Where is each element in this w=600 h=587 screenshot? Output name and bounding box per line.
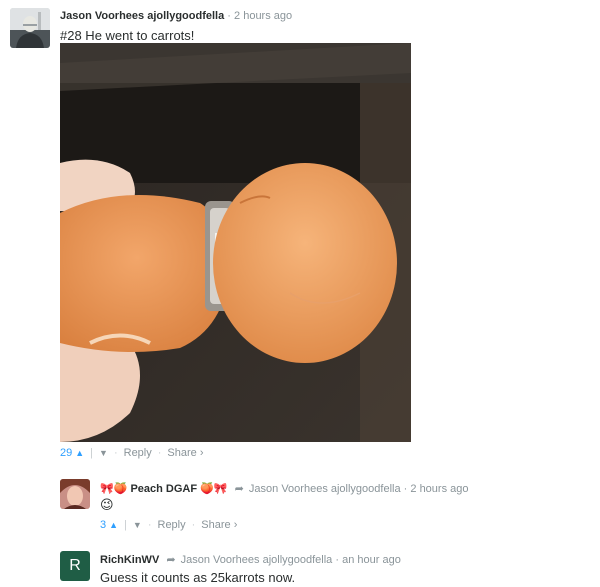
divider: |: [90, 447, 94, 459]
avatar-image: [60, 479, 90, 509]
comment-meta: 🎀🍑 Peach DGAF 🍑🎀 ➦ Jason Voorhees ajolly…: [100, 483, 469, 495]
reply-button[interactable]: Reply: [124, 447, 152, 459]
timestamp[interactable]: 2 hours ago: [410, 483, 468, 495]
upvote-count: 29: [60, 447, 73, 459]
dot-separator: ·: [147, 519, 152, 531]
avatar[interactable]: [10, 8, 50, 48]
avatar[interactable]: [60, 479, 90, 509]
wink-emoji: 😉: [100, 497, 114, 512]
reply-to-author[interactable]: Jason Voorhees ajollygoodfella: [249, 483, 401, 495]
bow-icon: 🎀: [213, 483, 228, 495]
avatar[interactable]: R: [60, 551, 90, 581]
author-name[interactable]: Jason Voorhees ajollygoodfella: [60, 10, 224, 22]
downvote-icon[interactable]: ▼: [133, 520, 142, 530]
avatar-image: [10, 8, 50, 48]
reply-arrow-icon: ➦: [234, 483, 244, 495]
avatar-letter: R: [69, 557, 81, 574]
timestamp[interactable]: 2 hours ago: [234, 10, 292, 22]
upvote-icon[interactable]: ▲: [75, 448, 84, 458]
comment-meta: Jason Voorhees ajollygoodfella · 2 hours…: [60, 10, 293, 22]
bow-icon: 🎀: [100, 483, 114, 495]
peach-icon: 🍑: [113, 483, 128, 495]
comment-text: 😉: [100, 497, 114, 513]
share-button[interactable]: Share ›: [201, 519, 237, 531]
dot-separator: ·: [157, 447, 162, 459]
downvote-icon[interactable]: ▼: [99, 448, 108, 458]
comment-meta: RichKinWV ➦ Jason Voorhees ajollygoodfel…: [100, 554, 401, 566]
reply-arrow-icon: ➦: [166, 554, 176, 566]
peach-icon: 🍑: [200, 483, 214, 495]
comment-actions: 3 ▲ | ▼ · Reply · Share ›: [100, 519, 237, 531]
timestamp[interactable]: an hour ago: [342, 554, 401, 566]
upvote-icon[interactable]: ▲: [109, 520, 118, 530]
share-button[interactable]: Share ›: [167, 447, 203, 459]
comment-text: #28 He went to carrots!: [60, 28, 195, 43]
comment-image[interactable]: [60, 43, 411, 442]
author-name[interactable]: Peach DGAF: [130, 483, 197, 495]
carrot-ring-photo: [60, 43, 411, 442]
comment-actions: 29 ▲ | ▼ · Reply · Share ›: [60, 447, 204, 459]
dot-separator: ·: [113, 447, 118, 459]
reply-to-author[interactable]: Jason Voorhees ajollygoodfella: [181, 554, 333, 566]
upvote-count: 3: [100, 519, 107, 531]
divider: |: [124, 519, 127, 531]
dot-separator: ·: [191, 519, 196, 531]
author-name[interactable]: RichKinWV: [100, 554, 159, 566]
comment-text: Guess it counts as 25karrots now.: [100, 570, 296, 585]
reply-button[interactable]: Reply: [158, 519, 186, 531]
